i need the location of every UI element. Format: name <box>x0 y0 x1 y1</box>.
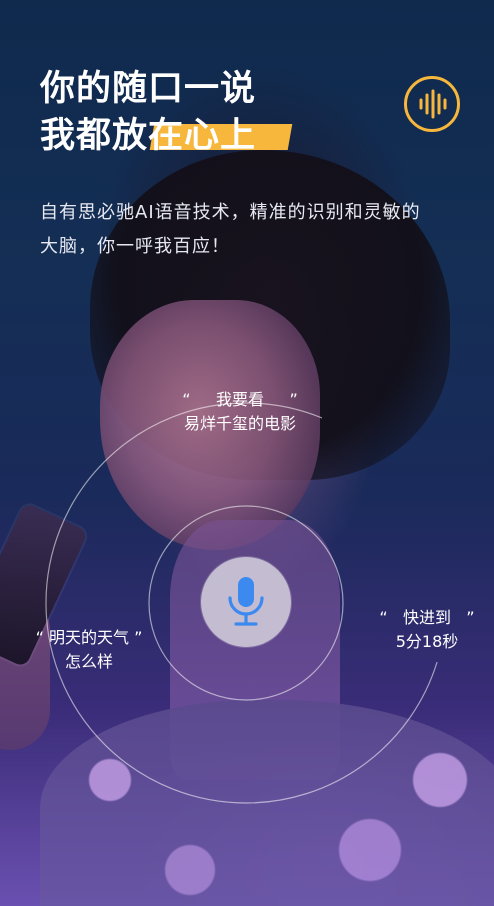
example-3-line-1: 快进到 <box>402 608 451 627</box>
microphone-button[interactable] <box>201 557 291 647</box>
voice-example-2: “ 明天的天气 ” 怎么样 <box>14 626 164 674</box>
open-quote: “ <box>379 608 388 627</box>
close-quote: ” <box>466 608 475 627</box>
listening-rings <box>45 402 447 804</box>
example-2-line-1: 明天的天气 <box>48 628 129 647</box>
close-quote: ” <box>289 390 298 409</box>
example-1-line-1: 我要看 <box>215 390 264 409</box>
open-quote: “ <box>182 390 191 409</box>
open-quote: “ <box>35 628 44 647</box>
example-3-line-2: 5分18秒 <box>395 632 459 651</box>
voice-example-3: “ 快进到 ” 5分18秒 <box>362 606 492 654</box>
close-quote: ” <box>134 628 143 647</box>
promo-screen: 你的随口一说 我都放在心上 自有思必驰AI语音技术，精准的识别和灵敏的 大脑，你… <box>0 0 494 906</box>
microphone-icon <box>228 577 264 626</box>
voice-example-1: “ 我要看 ” 易烊千玺的电影 <box>160 388 320 436</box>
example-1-line-2: 易烊千玺的电影 <box>183 414 296 433</box>
example-2-line-2: 怎么样 <box>64 652 113 671</box>
